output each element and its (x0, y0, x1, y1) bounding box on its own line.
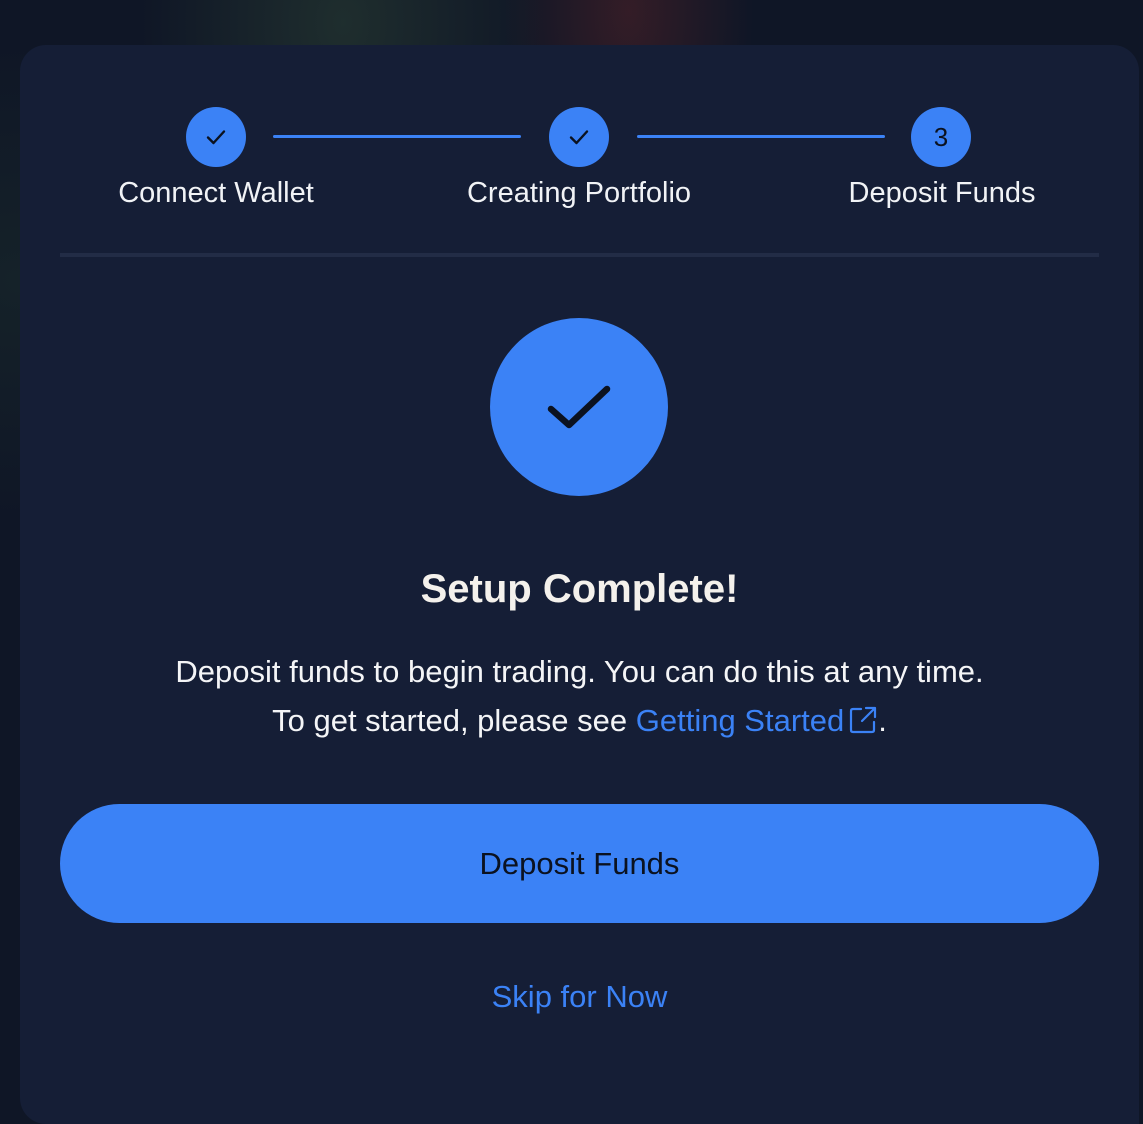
success-indicator (490, 318, 668, 496)
external-link-icon (850, 706, 877, 734)
step-label-connect-wallet: Connect Wallet (118, 177, 314, 209)
check-icon (547, 385, 611, 429)
step-2-complete-indicator (549, 107, 609, 167)
description-line-2: To get started, please see Getting Start… (20, 696, 1139, 745)
setup-complete-title: Setup Complete! (420, 567, 739, 611)
setup-description: Deposit funds to begin trading. You can … (20, 647, 1139, 745)
check-icon (569, 130, 589, 145)
skip-for-now-button[interactable]: Skip for Now (20, 979, 1139, 1015)
description-suffix: . (878, 703, 887, 738)
step-label-deposit-funds: Deposit Funds (848, 177, 1036, 209)
getting-started-link-label: Getting Started (635, 703, 845, 738)
step-number: 3 (933, 121, 949, 152)
description-prefix: To get started, please see (272, 703, 628, 738)
check-icon (206, 130, 226, 145)
step-1-complete-indicator (186, 107, 246, 167)
setup-modal: 3 Connect Wallet Creating Portfolio Depo… (20, 45, 1139, 1124)
deposit-funds-button[interactable]: Deposit Funds (60, 804, 1099, 923)
description-line-1: Deposit funds to begin trading. You can … (175, 654, 984, 689)
step-connector-1 (273, 135, 521, 138)
step-connector-2 (637, 135, 885, 138)
divider (60, 253, 1099, 257)
getting-started-link[interactable]: Getting Started (636, 703, 879, 738)
step-3-number-indicator: 3 (911, 107, 971, 167)
step-label-creating-portfolio: Creating Portfolio (466, 177, 692, 209)
progress-stepper: 3 Connect Wallet Creating Portfolio Depo… (20, 45, 1139, 255)
